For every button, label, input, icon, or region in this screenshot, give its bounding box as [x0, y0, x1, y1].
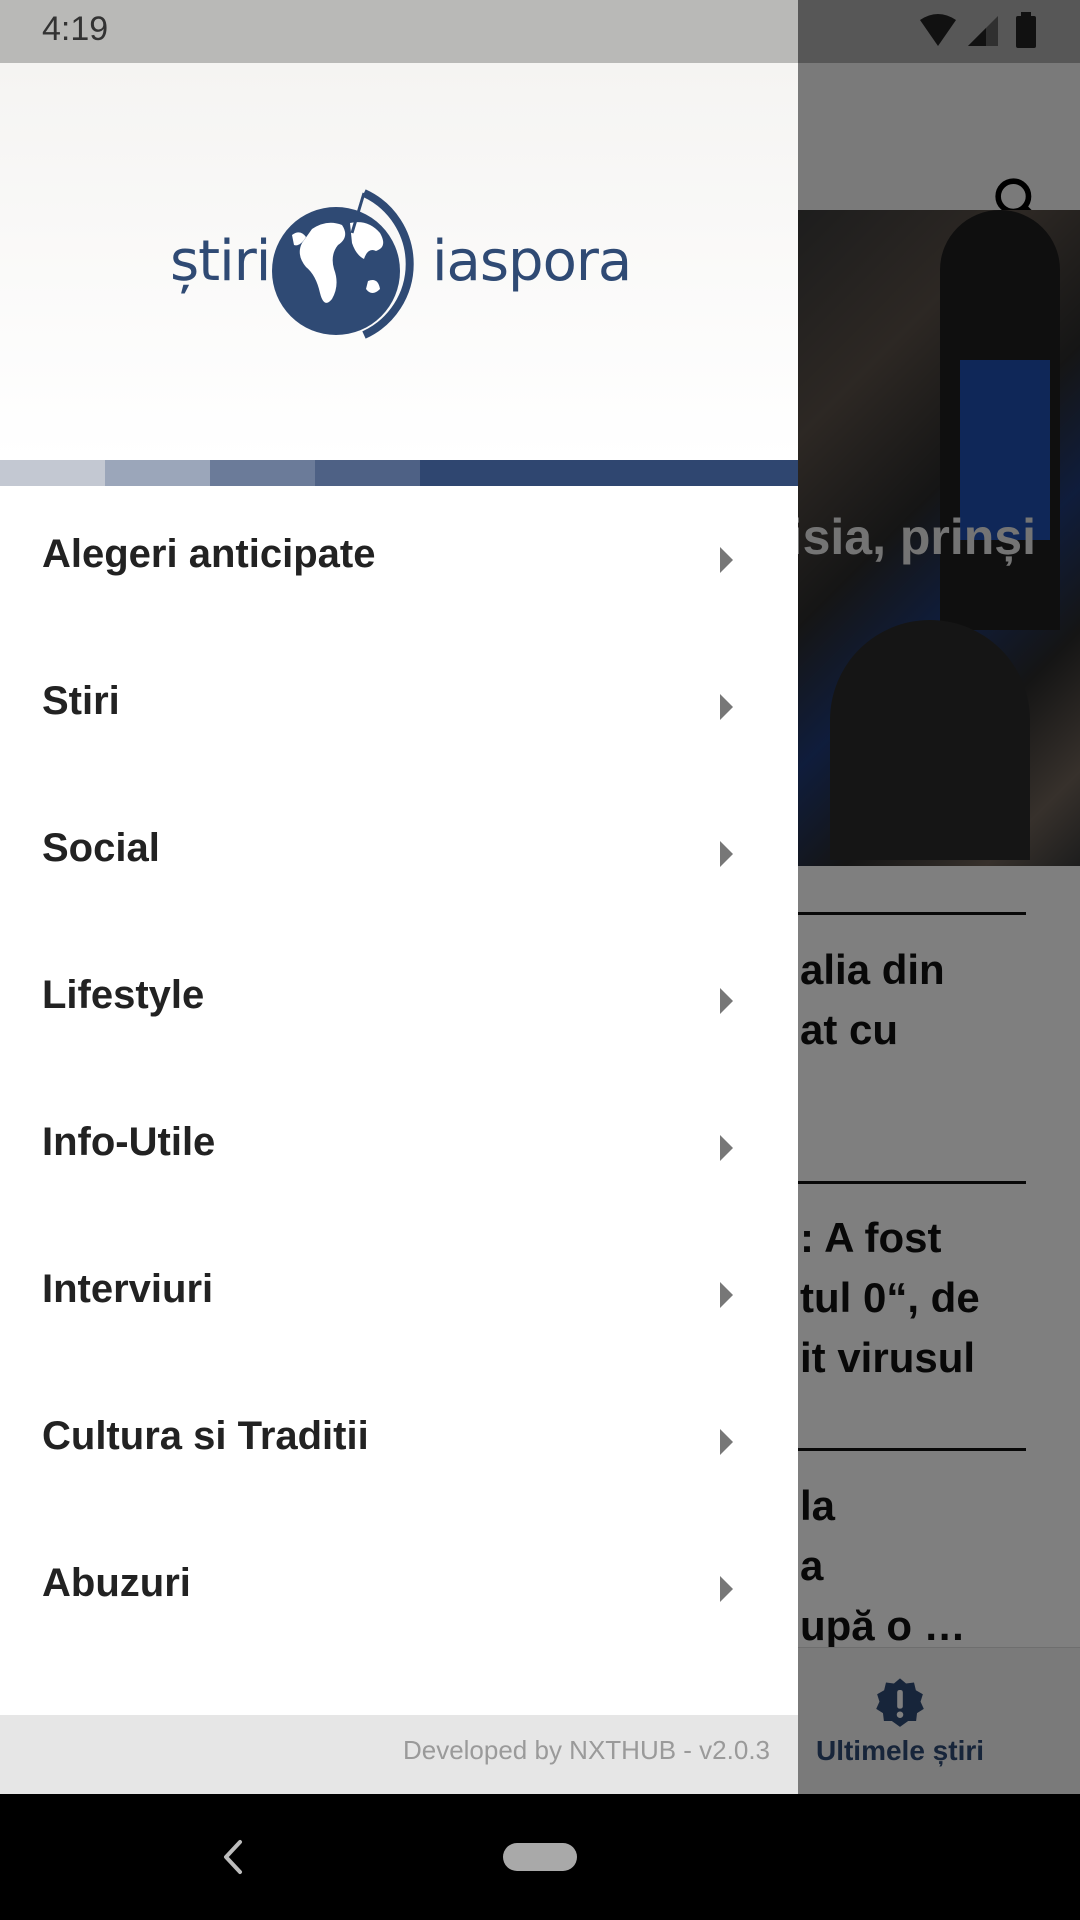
menu-item-stiri[interactable]: Stiri — [0, 633, 798, 780]
logo-text-left: știri — [170, 229, 271, 294]
battery-icon — [1016, 16, 1036, 48]
status-bar: 4:19 — [0, 0, 1080, 63]
navigation-drawer: știri iaspora Alegeri anticipate Stiri S… — [0, 63, 798, 1794]
menu-item-cultura-si-traditii[interactable]: Cultura si Traditii — [0, 1368, 798, 1515]
wifi-icon — [920, 14, 956, 46]
drawer-header: știri iaspora — [0, 63, 798, 460]
app-logo: știri iaspora — [168, 189, 638, 339]
chevron-right-icon — [720, 841, 733, 867]
drawer-footer: Developed by NXTHUB - v2.0.3 — [0, 1715, 798, 1794]
status-time: 4:19 — [42, 10, 109, 48]
logo-text-right: iaspora — [432, 229, 632, 294]
menu-item-label: Cultura si Traditii — [42, 1414, 369, 1458]
back-icon[interactable] — [218, 1834, 248, 1880]
signal-icon-filled — [968, 28, 986, 46]
menu-item-interviuri[interactable]: Interviuri — [0, 1221, 798, 1368]
developer-credit: Developed by NXTHUB - v2.0.3 — [402, 1735, 770, 1765]
status-icons — [920, 12, 1036, 48]
home-button[interactable] — [503, 1843, 577, 1871]
menu-item-abuzuri[interactable]: Abuzuri — [0, 1515, 798, 1662]
menu-item-label: Stiri — [42, 679, 120, 723]
menu-item-label: Alegeri anticipate — [42, 532, 376, 576]
menu-item-info-utile[interactable]: Info-Utile — [0, 1074, 798, 1221]
chevron-right-icon — [720, 1135, 733, 1161]
color-stripe — [0, 460, 798, 486]
menu-item-lifestyle[interactable]: Lifestyle — [0, 927, 798, 1074]
chevron-right-icon — [720, 1576, 733, 1602]
chevron-right-icon — [720, 694, 733, 720]
menu-item-label: Info-Utile — [42, 1120, 216, 1164]
globe-icon — [272, 189, 414, 339]
chevron-right-icon — [720, 1282, 733, 1308]
chevron-right-icon — [720, 988, 733, 1014]
chevron-right-icon — [720, 1429, 733, 1455]
menu-item-label: Lifestyle — [42, 973, 205, 1017]
chevron-right-icon — [720, 547, 733, 573]
drawer-menu: Alegeri anticipate Stiri Social Lifestyl… — [0, 486, 798, 1662]
menu-item-label: Social — [42, 826, 160, 870]
menu-item-label: Interviuri — [42, 1267, 214, 1311]
menu-item-label: Abuzuri — [42, 1561, 191, 1605]
menu-item-social[interactable]: Social — [0, 780, 798, 927]
menu-item-alegeri-anticipate[interactable]: Alegeri anticipate — [0, 486, 798, 633]
